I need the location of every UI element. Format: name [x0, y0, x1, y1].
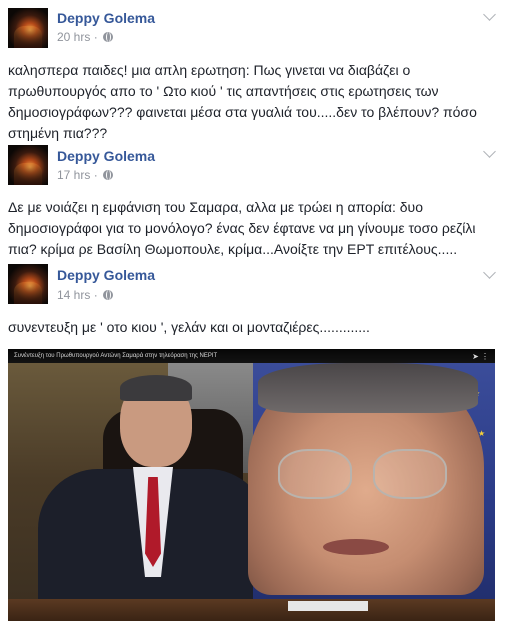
author-name[interactable]: Deppy Golema	[57, 10, 155, 26]
desk	[8, 599, 495, 621]
meta-separator: ·	[93, 30, 98, 44]
chevron-down-icon[interactable]	[483, 8, 496, 21]
video-title: Συνέντευξη του Πρωθυπουργού Αντώνη Σαμαρ…	[8, 349, 495, 363]
person-hair	[120, 375, 192, 401]
globe-icon	[103, 290, 114, 300]
post-text: καλησπερα παιδες! μια απλη ερωτηση: Πως …	[8, 62, 477, 141]
globe-icon	[103, 32, 114, 42]
meta-separator: ·	[93, 288, 98, 302]
chevron-down-icon[interactable]	[483, 145, 496, 158]
glasses-lens-left	[278, 449, 352, 499]
timestamp[interactable]: 20 hrs	[57, 30, 90, 44]
share-icon[interactable]: ➤	[472, 352, 479, 361]
post-text: Δε με νοιάζει η εμφάνιση του Σαμαρα, αλλ…	[8, 199, 476, 257]
chevron-down-icon[interactable]	[483, 266, 496, 279]
papers	[288, 601, 368, 611]
closeup-mouth	[323, 539, 389, 555]
post-meta: 17 hrs ·	[57, 168, 114, 182]
glasses-lens-right	[373, 449, 447, 499]
avatar[interactable]	[8, 145, 48, 185]
post-meta: 20 hrs ·	[57, 30, 114, 44]
post-meta: 14 hrs ·	[57, 288, 114, 302]
video-controls: ➤ ⋮	[472, 352, 489, 361]
meta-separator: ·	[93, 168, 98, 182]
timestamp[interactable]: 14 hrs	[57, 288, 90, 302]
globe-icon	[103, 170, 114, 180]
author-name[interactable]: Deppy Golema	[57, 267, 155, 283]
settings-icon[interactable]: ⋮	[481, 352, 489, 361]
closeup-hair	[258, 363, 478, 413]
timestamp[interactable]: 17 hrs	[57, 168, 90, 182]
avatar[interactable]	[8, 8, 48, 48]
video-thumbnail[interactable]: ★ ★ ★ Συνέντευξη του Πρωθυπουργού Αντώνη…	[8, 349, 495, 621]
author-name[interactable]: Deppy Golema	[57, 148, 155, 164]
avatar[interactable]	[8, 264, 48, 304]
post-text: συνεντευξη με ' οτο κιου ', γελάν και οι…	[8, 319, 370, 335]
